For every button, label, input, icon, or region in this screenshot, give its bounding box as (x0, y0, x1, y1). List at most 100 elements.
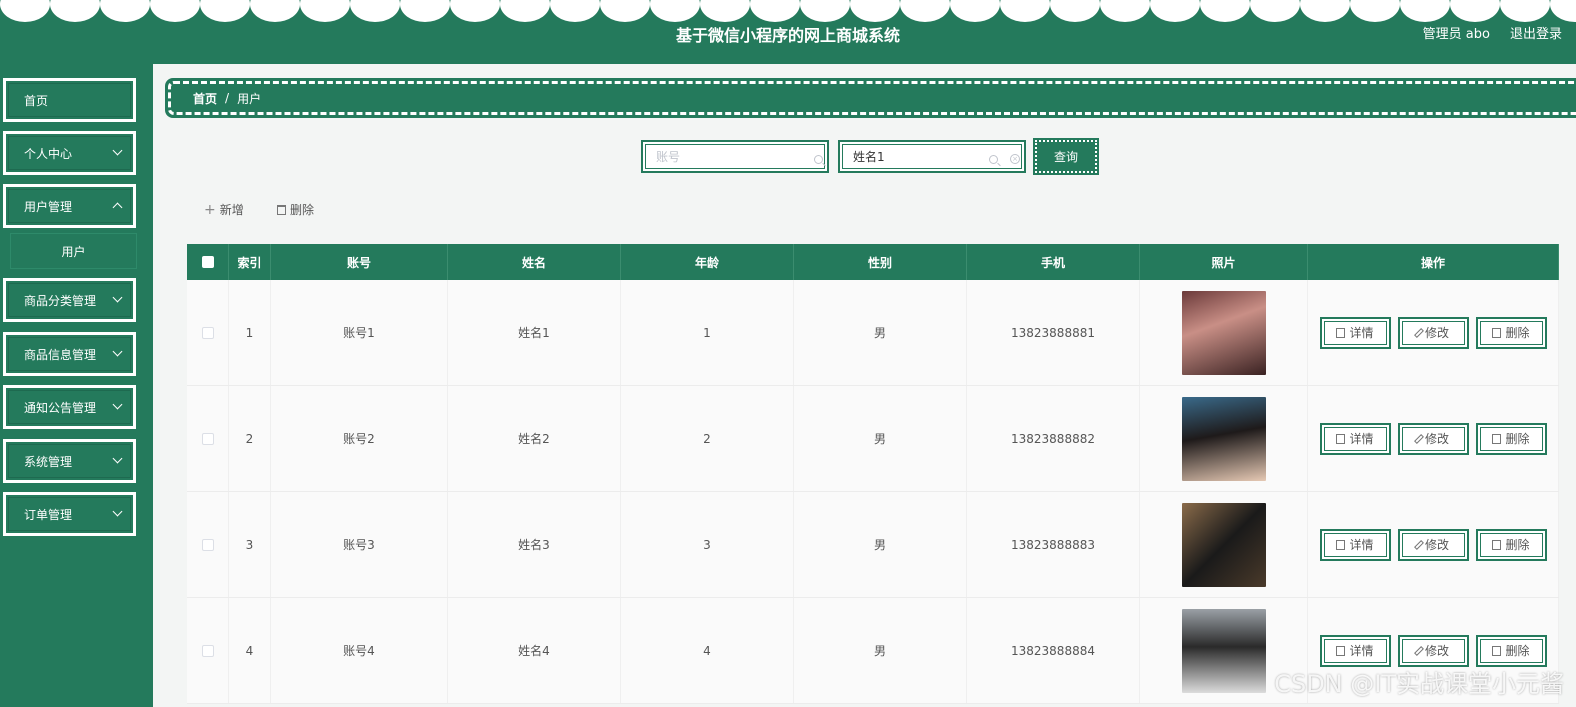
column-header: 账号 (271, 244, 448, 280)
sidebar-item-label: 通知公告管理 (24, 400, 97, 415)
column-header: 年龄 (621, 244, 794, 280)
query-button[interactable]: 查询 (1033, 138, 1099, 175)
sidebar-item-label: 系统管理 (24, 454, 73, 469)
sidebar-item-product-management[interactable]: 商品信息管理 (3, 332, 136, 376)
delete-button[interactable]: 删除 (1475, 528, 1547, 561)
header-scallop-decoration (0, 0, 1576, 22)
table-header: 索引 账号 姓名 年龄 性别 手机 照片 操作 (187, 244, 1559, 280)
cell-age: 1 (621, 280, 794, 385)
user-photo[interactable] (1181, 608, 1266, 693)
cell-account: 账号2 (271, 386, 448, 491)
cell-gender: 男 (794, 386, 967, 491)
cell-index: 2 (229, 386, 271, 491)
clear-icon[interactable]: × (1010, 154, 1020, 164)
trash-icon (1492, 645, 1502, 656)
cell-age: 3 (621, 492, 794, 597)
breadcrumb: 首页 / 用户 (165, 78, 1576, 118)
chevron-down-icon (112, 292, 123, 303)
user-photo[interactable] (1181, 290, 1266, 375)
edit-label: 修改 (1424, 326, 1449, 340)
select-all-checkbox[interactable] (201, 256, 214, 268)
detail-button[interactable]: 详情 (1319, 634, 1391, 667)
delete-label: 删除 (1505, 326, 1530, 340)
detail-button[interactable]: 详情 (1319, 316, 1391, 349)
table-row: 2 账号2 姓名2 2 男 13823888882 详情 修改 删除 (187, 386, 1559, 492)
row-checkbox[interactable] (201, 644, 214, 657)
user-photo[interactable] (1181, 502, 1266, 587)
chevron-up-icon (112, 202, 123, 213)
pencil-icon (1414, 539, 1424, 550)
name-search-box: × (838, 140, 1026, 173)
batch-delete-button[interactable]: 删除 (277, 201, 314, 218)
cell-account: 账号4 (271, 598, 448, 703)
breadcrumb-separator: / (225, 91, 230, 105)
sidebar-item-home[interactable]: 首页 (3, 78, 136, 122)
detail-button[interactable]: 详情 (1319, 422, 1391, 455)
app-title: 基于微信小程序的网上商城系统 (675, 26, 900, 45)
breadcrumb-home-link[interactable]: 首页 (193, 90, 217, 107)
sidebar-subitem-user[interactable]: 用户 (10, 233, 137, 269)
add-button[interactable]: + 新增 (204, 201, 244, 218)
row-checkbox[interactable] (201, 326, 214, 339)
document-icon (1336, 327, 1346, 338)
trash-icon (277, 204, 286, 215)
search-icon (814, 155, 823, 164)
column-header: 姓名 (448, 244, 621, 280)
sidebar-item-label: 个人中心 (24, 146, 73, 161)
table-row: 3 账号3 姓名3 3 男 13823888883 详情 修改 删除 (187, 492, 1559, 598)
delete-button[interactable]: 删除 (1475, 422, 1547, 455)
cell-phone: 13823888881 (967, 280, 1140, 385)
edit-button[interactable]: 修改 (1397, 316, 1469, 349)
user-table: 索引 账号 姓名 年龄 性别 手机 照片 操作 1 账号1 姓名1 1 男 13… (187, 244, 1559, 704)
delete-button[interactable]: 删除 (1475, 316, 1547, 349)
cell-account: 账号3 (271, 492, 448, 597)
pencil-icon (1414, 645, 1424, 656)
sidebar-item-category-management[interactable]: 商品分类管理 (3, 278, 136, 322)
sidebar-item-order-management[interactable]: 订单管理 (3, 492, 136, 536)
cell-phone: 13823888882 (967, 386, 1140, 491)
sidebar-item-label: 首页 (24, 93, 49, 108)
detail-label: 详情 (1349, 644, 1374, 658)
delete-button[interactable]: 删除 (1475, 634, 1547, 667)
sidebar-item-label: 用户管理 (24, 199, 73, 214)
edit-button[interactable]: 修改 (1397, 422, 1469, 455)
trash-icon (1492, 539, 1502, 550)
detail-button[interactable]: 详情 (1319, 528, 1391, 561)
row-checkbox[interactable] (201, 538, 214, 551)
breadcrumb-current: 用户 (237, 91, 262, 106)
chevron-down-icon (112, 399, 123, 410)
cell-name: 姓名1 (448, 280, 621, 385)
sidebar-item-label: 商品信息管理 (24, 347, 97, 362)
column-header: 手机 (967, 244, 1140, 280)
delete-label: 删除 (1505, 538, 1530, 552)
admin-name: 管理员 abo (1422, 27, 1490, 42)
name-search-input[interactable] (853, 149, 973, 164)
edit-button[interactable]: 修改 (1397, 528, 1469, 561)
query-button-label: 查询 (1053, 150, 1078, 164)
sidebar-item-user-management[interactable]: 用户管理 (3, 184, 136, 228)
edit-label: 修改 (1424, 432, 1449, 446)
table-row: 4 账号4 姓名4 4 男 13823888884 详情 修改 删除 (187, 598, 1559, 704)
chevron-down-icon (112, 453, 123, 464)
account-search-input[interactable] (656, 149, 776, 164)
sidebar-item-personal-center[interactable]: 个人中心 (3, 131, 136, 175)
document-icon (1336, 433, 1346, 444)
sidebar-item-label: 用户 (61, 244, 86, 259)
detail-label: 详情 (1349, 432, 1374, 446)
trash-icon (1492, 433, 1502, 444)
edit-button[interactable]: 修改 (1397, 634, 1469, 667)
cell-index: 1 (229, 280, 271, 385)
cell-index: 4 (229, 598, 271, 703)
cell-phone: 13823888883 (967, 492, 1140, 597)
cell-gender: 男 (794, 492, 967, 597)
user-photo[interactable] (1181, 396, 1266, 481)
add-button-label: 新增 (219, 203, 244, 217)
row-checkbox[interactable] (201, 432, 214, 445)
document-icon (1336, 645, 1346, 656)
sidebar-item-notice-management[interactable]: 通知公告管理 (3, 385, 136, 429)
column-header: 操作 (1308, 244, 1559, 280)
pencil-icon (1414, 327, 1424, 338)
logout-link[interactable]: 退出登录 (1510, 23, 1562, 42)
sidebar-item-system-management[interactable]: 系统管理 (3, 439, 136, 483)
cell-index: 3 (229, 492, 271, 597)
